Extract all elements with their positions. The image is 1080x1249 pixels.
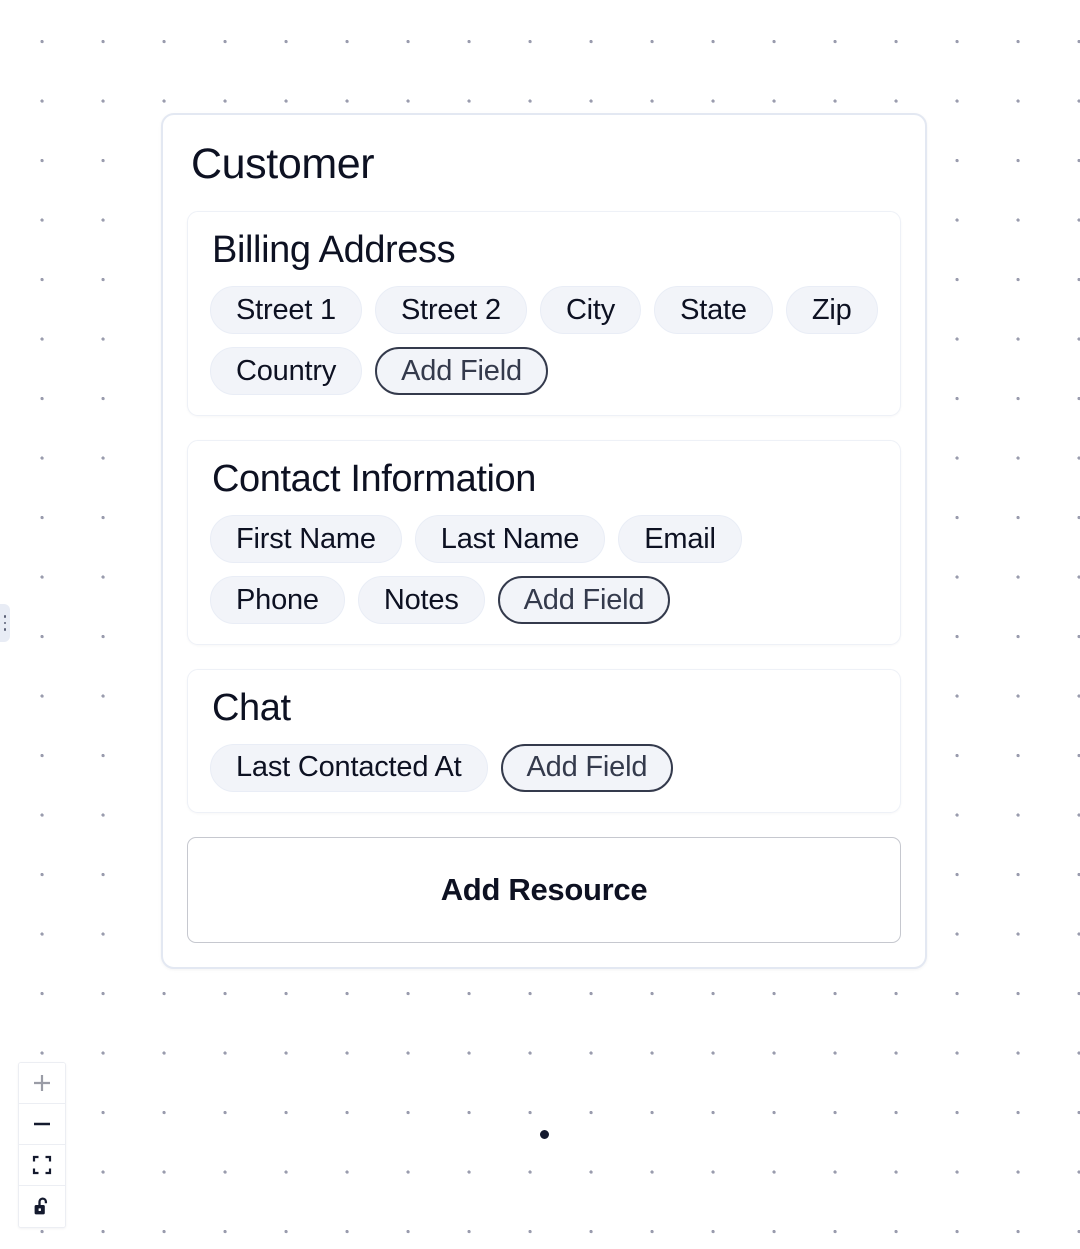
field-chip[interactable]: Notes (357, 576, 485, 625)
field-chip[interactable]: City (539, 286, 642, 335)
field-chip[interactable]: Country (210, 347, 363, 396)
section-billing-address[interactable]: Billing Address Street 1 Street 2 City S… (187, 211, 901, 417)
connection-handle-bottom[interactable] (538, 1128, 551, 1141)
minus-icon (31, 1113, 53, 1135)
node-title: Customer (191, 140, 375, 188)
field-chip[interactable]: State (654, 286, 773, 335)
field-chip[interactable]: Email (618, 515, 742, 564)
field-chip-row: Street 1 Street 2 City State Zip Country… (210, 286, 878, 396)
unlock-icon (32, 1196, 52, 1218)
field-chip[interactable]: Street 2 (374, 286, 527, 335)
add-field-button[interactable]: Add Field (500, 743, 674, 792)
zoom-out-button[interactable] (19, 1104, 65, 1145)
field-chip[interactable]: Last Contacted At (210, 743, 488, 792)
plus-icon (31, 1072, 53, 1094)
node-drag-handle[interactable] (0, 604, 10, 642)
field-chip[interactable]: Zip (785, 286, 878, 335)
grip-dot (3, 628, 6, 631)
field-chip-row: Last Contacted At Add Field (210, 743, 878, 792)
resource-node-customer[interactable]: Customer Billing Address Street 1 Street… (161, 113, 927, 969)
fit-screen-icon (32, 1155, 52, 1175)
lock-toggle-button[interactable] (19, 1186, 65, 1227)
view-controls-panel[interactable] (18, 1062, 66, 1228)
grip-dot (3, 621, 6, 625)
section-title: Billing Address (212, 229, 456, 272)
field-chip[interactable]: Phone (210, 576, 345, 625)
grip-dot (3, 615, 6, 618)
zoom-in-button[interactable] (19, 1063, 65, 1104)
flow-canvas[interactable]: Customer Billing Address Street 1 Street… (0, 0, 1080, 1249)
section-chat[interactable]: Chat Last Contacted At Add Field (187, 669, 901, 813)
section-title: Chat (212, 687, 291, 730)
fit-view-button[interactable] (19, 1145, 65, 1186)
section-contact-information[interactable]: Contact Information First Name Last Name… (187, 440, 901, 646)
field-chip[interactable]: First Name (210, 515, 402, 564)
field-chip[interactable]: Street 1 (210, 286, 362, 335)
add-field-button[interactable]: Add Field (497, 576, 671, 625)
field-chip[interactable]: Last Name (414, 515, 606, 564)
add-resource-button[interactable]: Add Resource (187, 836, 901, 943)
section-title: Contact Information (212, 458, 537, 501)
add-field-button[interactable]: Add Field (375, 347, 548, 396)
field-chip-row: First Name Last Name Email Phone Notes A… (210, 515, 878, 625)
